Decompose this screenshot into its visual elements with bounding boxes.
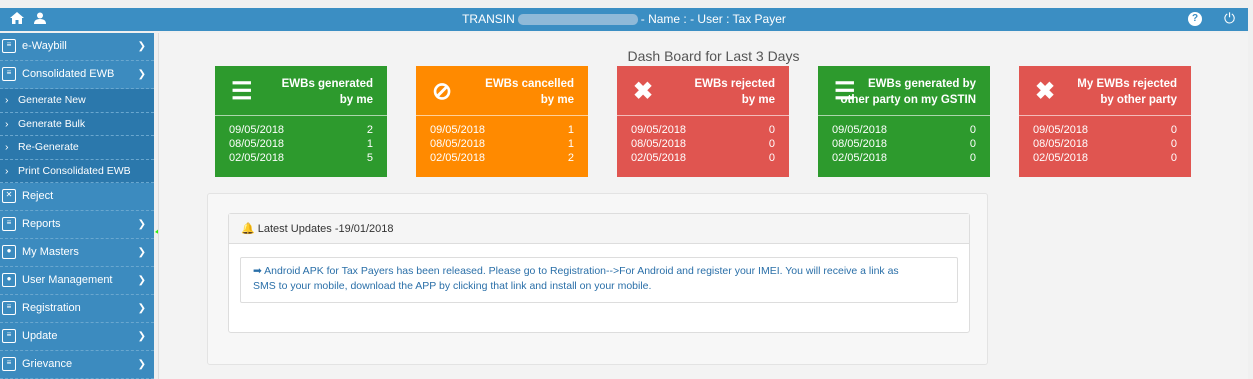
power-icon[interactable]: ⏻ bbox=[1224, 10, 1235, 27]
card-row: 09/05/2018 0 bbox=[832, 124, 976, 136]
sidebar-item-e-waybill[interactable]: ≡ e-Waybill ❯ bbox=[0, 33, 154, 61]
clipboard-icon: ≡ bbox=[2, 67, 16, 81]
dashboard-title: Dash Board for Last 3 Days bbox=[627, 48, 800, 64]
sidebar-item-grievance[interactable]: ≡ Grievance ❯ bbox=[0, 351, 154, 379]
updates-box: 🔔 Latest Updates -19/01/2018 ➡ Android A… bbox=[228, 213, 970, 333]
close-icon: ✖ bbox=[1035, 78, 1056, 105]
sidebar-item-generate-new[interactable]: › Generate New bbox=[0, 89, 154, 113]
chevron-right-icon: › bbox=[5, 94, 9, 106]
card-row: 02/05/2018 0 bbox=[832, 152, 976, 164]
chevron-down-icon: ❯ bbox=[137, 247, 146, 258]
card-row: 09/05/2018 2 bbox=[229, 124, 373, 136]
card-row: 08/05/2018 1 bbox=[229, 138, 373, 150]
card-ewbs-rejected[interactable]: ✖ EWBs rejected by me 09/05/2018 0 08/05/2… bbox=[617, 66, 789, 177]
card-row: 02/05/2018 0 bbox=[631, 152, 775, 164]
title-suffix: - Name : - User : Tax Payer bbox=[640, 12, 786, 26]
sidebar-item-registration[interactable]: ≡ Registration ❯ bbox=[0, 295, 154, 323]
document-icon: ≡ bbox=[2, 39, 16, 53]
updates-panel: 🔔 Latest Updates -19/01/2018 ➡ Android A… bbox=[207, 193, 988, 365]
help-icon[interactable]: ? bbox=[1188, 12, 1202, 26]
chevron-down-icon: ❯ bbox=[137, 41, 146, 52]
card-row: 08/05/2018 0 bbox=[631, 138, 775, 150]
report-icon: ≡ bbox=[2, 217, 16, 231]
chevron-down-icon: ❯ bbox=[137, 359, 146, 370]
page-title: TRANSIN - Name : - User : Tax Payer bbox=[0, 12, 1248, 26]
sidebar-item-reports[interactable]: ≡ Reports ❯ bbox=[0, 211, 154, 239]
list-icon: ☰ bbox=[231, 78, 253, 105]
card-my-ewbs-rejected[interactable]: ✖ My EWBs rejected by other party 09/05/2… bbox=[1019, 66, 1191, 177]
redacted-gstin bbox=[517, 14, 638, 26]
sidebar-item-re-generate[interactable]: › Re-Generate bbox=[0, 136, 154, 160]
sidebar-item-print-consolidated-ewb[interactable]: › Print Consolidated EWB bbox=[0, 159, 154, 183]
card-ewbs-cancelled[interactable]: ⊘ EWBs cancelled by me 09/05/2018 1 08/05/… bbox=[416, 66, 588, 177]
card-row: 08/05/2018 0 bbox=[832, 138, 976, 150]
main-content: Dash Board for Last 3 Days ☰ EWBs genera… bbox=[158, 33, 1248, 379]
card-ewbs-generated[interactable]: ☰ EWBs generated by me 09/05/2018 2 08/05/… bbox=[215, 66, 387, 177]
masters-icon: ● bbox=[2, 245, 16, 259]
sidebar: ≡ e-Waybill ❯ ≡ Consolidated EWB ❯ › Generate… bbox=[0, 33, 154, 379]
card-ewbs-generated-other-party[interactable]: ☰ EWBs generated by other party on my GST… bbox=[818, 66, 990, 177]
card-row: 09/05/2018 0 bbox=[631, 124, 775, 136]
sidebar-item-consolidated-ewb[interactable]: ≡ Consolidated EWB ❯ bbox=[0, 61, 154, 89]
close-icon: ✖ bbox=[633, 78, 654, 105]
ban-icon: ⊘ bbox=[432, 78, 453, 105]
bell-icon: 🔔 bbox=[241, 223, 255, 235]
sidebar-item-update[interactable]: ≡ Update ❯ bbox=[0, 323, 154, 351]
sidebar-item-generate-bulk[interactable]: › Generate Bulk bbox=[0, 112, 154, 136]
chevron-down-icon: ❯ bbox=[137, 303, 146, 314]
sidebar-item-user-management[interactable]: ● User Management ❯ bbox=[0, 267, 154, 295]
chevron-down-icon: ❯ bbox=[137, 331, 146, 342]
card-row: 02/05/2018 0 bbox=[1033, 152, 1177, 164]
chevron-right-icon: › bbox=[5, 141, 9, 153]
top-bar: TRANSIN - Name : - User : Tax Payer ? ⏻ bbox=[0, 8, 1248, 31]
sidebar-item-reject[interactable]: ✕ Reject bbox=[0, 183, 154, 211]
chevron-down-icon: ❯ bbox=[137, 219, 146, 230]
chevron-right-icon: › bbox=[5, 117, 9, 130]
card-row: 08/05/2018 1 bbox=[430, 138, 574, 150]
update-icon: ≡ bbox=[2, 329, 16, 343]
arrow-right-icon: ➡ bbox=[253, 265, 262, 277]
chevron-down-icon: ❯ bbox=[137, 69, 146, 80]
updates-heading: 🔔 Latest Updates -19/01/2018 bbox=[229, 214, 969, 244]
update-message[interactable]: ➡ Android APK for Tax Payers has been re… bbox=[240, 257, 958, 303]
reject-icon: ✕ bbox=[2, 189, 16, 203]
chevron-down-icon: ❯ bbox=[137, 275, 146, 286]
card-row: 09/05/2018 0 bbox=[1033, 124, 1177, 136]
card-row: 02/05/2018 5 bbox=[229, 152, 373, 164]
chevron-right-icon: › bbox=[5, 164, 9, 177]
card-row: 09/05/2018 1 bbox=[430, 124, 574, 136]
sidebar-item-my-masters[interactable]: ● My Masters ❯ bbox=[0, 239, 154, 267]
grievance-icon: ≡ bbox=[2, 357, 16, 371]
registration-icon: ≡ bbox=[2, 301, 16, 315]
users-icon: ● bbox=[2, 273, 16, 287]
card-row: 02/05/2018 2 bbox=[430, 152, 574, 164]
card-row: 08/05/2018 0 bbox=[1033, 138, 1177, 150]
title-prefix: TRANSIN bbox=[462, 12, 515, 26]
